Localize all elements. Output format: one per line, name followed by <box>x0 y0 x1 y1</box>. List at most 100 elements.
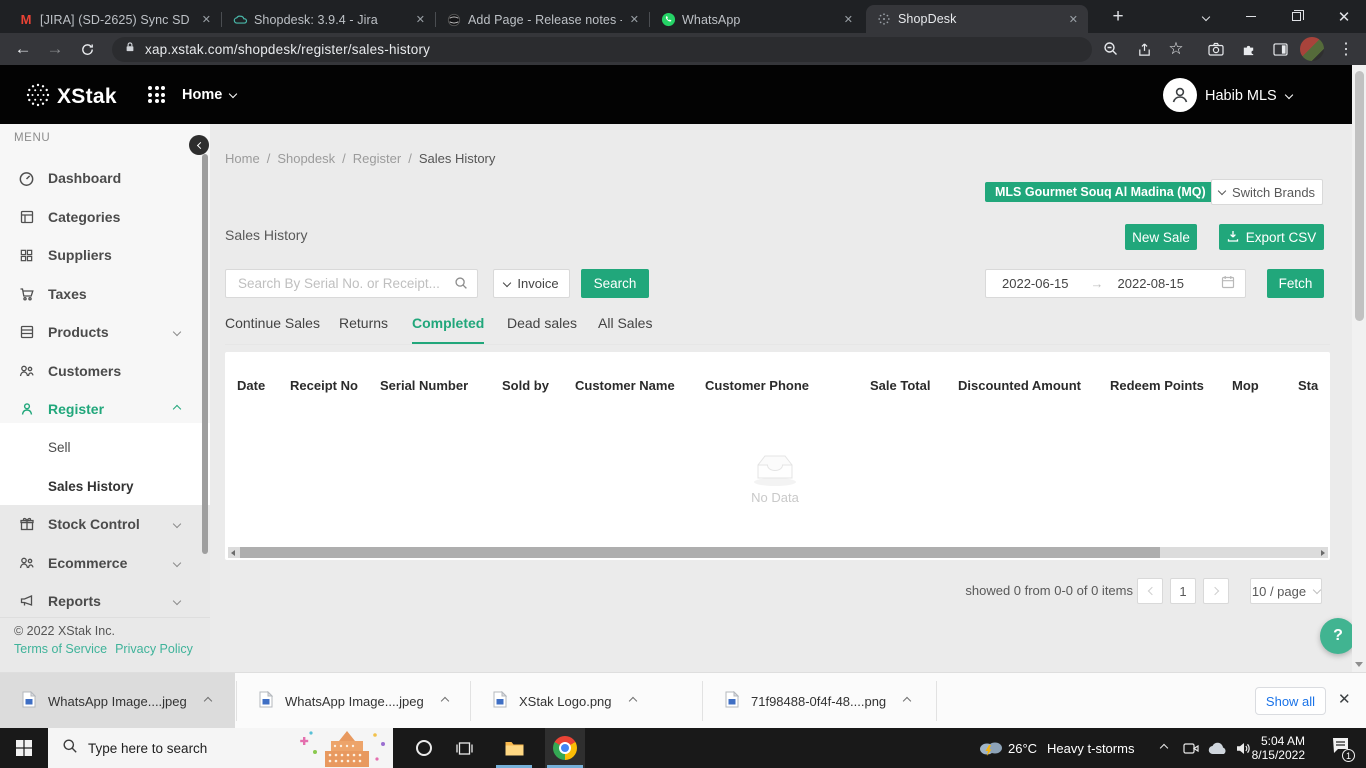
chevron-up-icon[interactable] <box>628 696 637 706</box>
back-button[interactable]: ← <box>8 33 38 65</box>
download-item[interactable]: WhatsApp Image....jpeg <box>0 673 235 729</box>
browser-tab-jira-mail[interactable]: M [JIRA] (SD-2625) Sync SD inve ✕ <box>8 6 221 33</box>
chevron-up-icon[interactable] <box>203 696 212 706</box>
window-restore-button[interactable] <box>1276 0 1316 33</box>
export-csv-button[interactable]: Export CSV <box>1219 224 1324 250</box>
share-icon[interactable] <box>1129 33 1159 65</box>
breadcrumb-register[interactable]: Register <box>353 151 401 166</box>
address-bar[interactable]: xap.xstak.com/shopdesk/register/sales-hi… <box>112 37 1092 62</box>
sidebar-item-products[interactable]: Products <box>0 313 210 351</box>
start-button[interactable] <box>0 728 48 768</box>
sidebar-item-reports[interactable]: Reports <box>0 582 210 620</box>
chrome-taskbar-button[interactable] <box>545 728 585 768</box>
search-icon[interactable] <box>454 276 469 296</box>
date-range-picker[interactable]: 2022-06-15 → 2022-08-15 <box>985 269 1246 298</box>
action-center-button[interactable]: 1 <box>1322 728 1360 768</box>
camera-icon[interactable] <box>1201 33 1231 65</box>
download-item[interactable]: XStak Logo.png <box>471 673 702 729</box>
vertical-scroll-thumb[interactable] <box>1354 71 1364 321</box>
tab-returns[interactable]: Returns <box>339 315 388 342</box>
sidebar-item-ecommerce[interactable]: Ecommerce <box>0 544 210 582</box>
weather-icon[interactable] <box>975 728 1005 768</box>
sidebar-item-stock-control[interactable]: Stock Control <box>0 505 210 543</box>
bookmark-star-icon[interactable]: ☆ <box>1161 33 1191 65</box>
sidebar-item-taxes[interactable]: Taxes <box>0 275 210 313</box>
tab-close-icon[interactable]: ✕ <box>414 13 427 26</box>
zoom-icon[interactable] <box>1096 33 1126 65</box>
sidebar-item-categories[interactable]: Categories <box>0 198 210 236</box>
window-minimize-button[interactable] <box>1231 0 1271 33</box>
side-panel-icon[interactable] <box>1265 33 1295 65</box>
tab-completed[interactable]: Completed <box>412 315 485 344</box>
apps-grid-icon[interactable] <box>148 86 165 103</box>
help-fab-button[interactable]: ? <box>1320 618 1356 654</box>
sidebar-item-dashboard[interactable]: Dashboard <box>0 159 210 197</box>
tab-search-chevron[interactable] <box>1186 0 1226 33</box>
search-button[interactable]: Search <box>581 269 649 298</box>
profile-avatar[interactable] <box>1297 33 1327 65</box>
sidebar-subitem-sales-history[interactable]: Sales History <box>0 467 210 505</box>
page-size-select[interactable]: 10 / page <box>1250 578 1322 604</box>
extensions-puzzle-icon[interactable] <box>1233 33 1263 65</box>
sidebar-item-customers[interactable]: Customers <box>0 352 210 390</box>
download-item[interactable]: WhatsApp Image....jpeg <box>237 673 470 729</box>
downloads-close-icon[interactable]: ✕ <box>1338 690 1351 708</box>
cortana-button[interactable] <box>404 728 444 768</box>
reload-button[interactable] <box>72 33 102 65</box>
chevron-up-icon[interactable] <box>440 696 449 706</box>
privacy-policy-link[interactable]: Privacy Policy <box>115 642 193 656</box>
tab-continue-sales[interactable]: Continue Sales <box>225 315 320 342</box>
breadcrumb-shopdesk[interactable]: Shopdesk <box>277 151 335 166</box>
browser-tab-shopdesk-active[interactable]: ShopDesk ✕ <box>866 5 1088 33</box>
search-input[interactable] <box>225 269 478 298</box>
tab-all-sales[interactable]: All Sales <box>598 315 652 342</box>
scroll-right-arrow-icon[interactable] <box>1321 549 1325 556</box>
taskbar-search-box[interactable] <box>48 728 393 768</box>
pagination-prev-button[interactable] <box>1137 578 1163 604</box>
tab-close-icon[interactable]: ✕ <box>842 13 855 26</box>
window-close-button[interactable]: ✕ <box>1324 0 1364 33</box>
browser-tab-shopdesk-jira[interactable]: Shopdesk: 3.9.4 - Jira ✕ <box>222 6 435 33</box>
tab-close-icon[interactable]: ✕ <box>200 13 213 26</box>
invoice-dropdown[interactable]: Invoice <box>493 269 570 298</box>
taskbar-clock[interactable]: 5:04 AM 8/15/2022 <box>1252 734 1305 762</box>
fetch-button[interactable]: Fetch <box>1267 269 1324 298</box>
tab-close-icon[interactable]: ✕ <box>628 13 641 26</box>
user-avatar[interactable] <box>1163 78 1197 112</box>
weather-widget[interactable]: 26°C Heavy t-storms <box>1008 728 1134 768</box>
tray-expand-button[interactable] <box>1150 728 1178 768</box>
horizontal-scroll-thumb[interactable] <box>240 547 1160 558</box>
breadcrumb-home[interactable]: Home <box>225 151 260 166</box>
switch-brands-button[interactable]: Switch Brands <box>1211 179 1323 205</box>
tab-close-icon[interactable]: ✕ <box>1067 13 1080 26</box>
onedrive-cloud-icon[interactable] <box>1204 728 1232 768</box>
tab-dead-sales[interactable]: Dead sales <box>507 315 577 342</box>
sidebar-item-suppliers[interactable]: Suppliers <box>0 236 210 274</box>
task-view-button[interactable] <box>444 728 484 768</box>
scroll-left-arrow-icon[interactable] <box>231 549 235 556</box>
browser-menu-icon[interactable]: ⋮ <box>1331 33 1361 65</box>
scroll-down-arrow-icon[interactable] <box>1355 662 1363 667</box>
nav-home-dropdown[interactable]: Home <box>182 87 238 103</box>
terms-of-service-link[interactable]: Terms of Service <box>14 642 107 656</box>
new-sale-button[interactable]: New Sale <box>1125 224 1197 250</box>
page-vertical-scrollbar[interactable] <box>1352 65 1366 672</box>
file-explorer-button[interactable] <box>494 728 534 768</box>
new-tab-button[interactable]: + <box>1100 0 1136 33</box>
table-horizontal-scrollbar[interactable] <box>228 547 1328 558</box>
sidebar-subitem-sell[interactable]: Sell <box>0 428 210 466</box>
browser-tab-add-page[interactable]: Add Page - Release notes - S ✕ <box>436 6 649 33</box>
sidebar-collapse-button[interactable] <box>189 135 209 155</box>
browser-tab-whatsapp[interactable]: WhatsApp ✕ <box>650 6 863 33</box>
search-highlight-illustration[interactable] <box>299 729 391 768</box>
chevron-up-icon[interactable] <box>902 696 912 706</box>
show-all-button[interactable]: Show all <box>1255 687 1326 715</box>
pagination-page-1[interactable]: 1 <box>1170 578 1196 604</box>
meet-now-icon[interactable] <box>1178 728 1204 768</box>
pagination-next-button[interactable] <box>1203 578 1229 604</box>
download-item[interactable]: 71f98488-0f4f-48....png <box>703 673 936 729</box>
forward-button[interactable]: → <box>40 33 70 65</box>
sidebar-item-register[interactable]: Register <box>0 390 210 428</box>
user-menu[interactable]: Habib MLS <box>1205 88 1293 104</box>
taskbar-search-input[interactable] <box>88 740 238 756</box>
